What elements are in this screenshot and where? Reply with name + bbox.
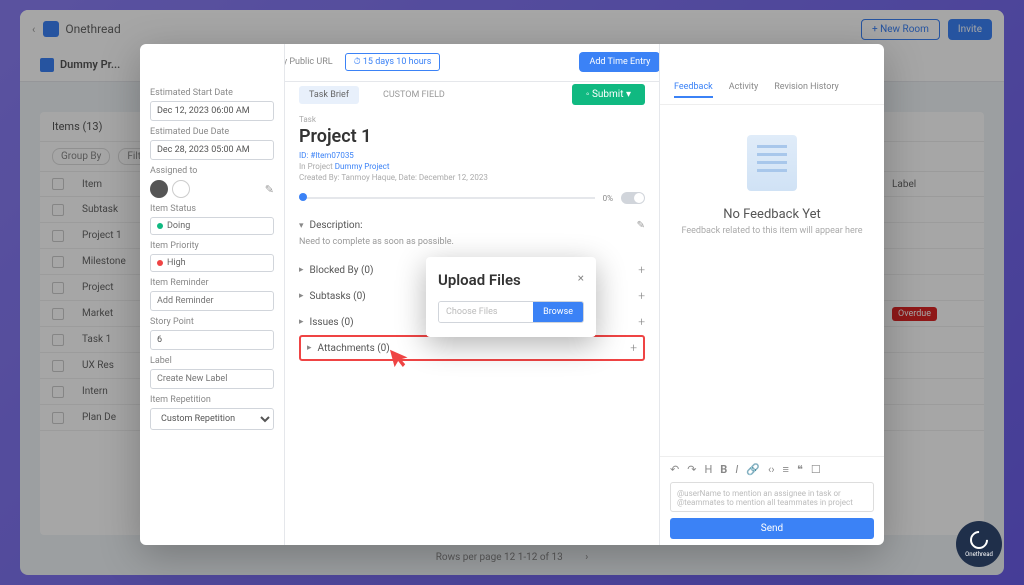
- onethread-logo-icon: [966, 527, 991, 552]
- task-title: Project 1: [299, 126, 645, 147]
- status-label: Item Status: [150, 204, 274, 214]
- task-id: ID: #Item07035: [299, 151, 645, 160]
- add-issue-icon[interactable]: +: [638, 315, 645, 329]
- empty-subtitle: Feedback related to this item will appea…: [681, 226, 862, 236]
- panel-left-sidebar: Estimated Start Date Estimated Due Date …: [140, 44, 285, 545]
- story-input[interactable]: [150, 330, 274, 350]
- tab-task-brief[interactable]: Task Brief: [299, 86, 359, 104]
- undo-icon[interactable]: ↶: [670, 463, 679, 476]
- status-select[interactable]: Doing: [150, 217, 274, 235]
- center-tabs: Task Brief CUSTOM FIELD ◦ Submit ▾: [299, 84, 645, 105]
- label-input[interactable]: [150, 369, 274, 389]
- description-section[interactable]: ▾ Description: ✎: [299, 214, 645, 237]
- avatar: [150, 180, 168, 198]
- description-label: Description:: [310, 220, 363, 231]
- comment-input[interactable]: @userName to mention an assignee in task…: [670, 482, 874, 512]
- tab-feedback[interactable]: Feedback: [674, 82, 713, 98]
- clock-icon: ⏱: [354, 57, 361, 67]
- priority-label: Item Priority: [150, 241, 274, 251]
- tab-custom-field[interactable]: CUSTOM FIELD: [373, 86, 455, 104]
- upload-files-modal: Upload Files × Choose Files Browse: [426, 257, 596, 337]
- chevron-right-icon: ▸: [307, 343, 312, 353]
- reminder-input[interactable]: [150, 291, 274, 311]
- repetition-select[interactable]: Custom Repetition: [150, 408, 274, 430]
- attachments-section[interactable]: ▸ Attachments (0) +: [299, 335, 645, 361]
- submit-button[interactable]: ◦ Submit ▾: [572, 84, 645, 105]
- file-input[interactable]: Choose Files: [439, 302, 533, 322]
- onethread-badge[interactable]: Onethread: [956, 521, 1002, 567]
- file-picker-row: Choose Files Browse: [438, 301, 584, 323]
- avatar-placeholder: [172, 180, 190, 198]
- description-text: Need to complete as soon as possible.: [299, 237, 645, 247]
- task-created: Created By: Tanmoy Haque, Date: December…: [299, 173, 645, 182]
- chevron-right-icon: ▸: [299, 265, 304, 275]
- add-blocked-icon[interactable]: +: [638, 263, 645, 277]
- list-icon[interactable]: ≡: [783, 463, 789, 476]
- copy-url-label[interactable]: Copy Public URL: [285, 57, 333, 67]
- label-label: Label: [150, 356, 274, 366]
- chevron-right-icon: ▸: [299, 291, 304, 301]
- document-icon: [747, 135, 797, 191]
- panel-top-toolbar: ⛶ Fullscreen Mode ⧉ Copy Public URL ⏱ 15…: [285, 44, 659, 82]
- feedback-empty-state: No Feedback Yet Feedback related to this…: [660, 105, 884, 456]
- progress-toggle[interactable]: [621, 192, 645, 204]
- chevron-down-icon: ▾: [299, 221, 304, 231]
- tab-revision[interactable]: Revision History: [774, 82, 839, 98]
- chevron-right-icon: ▸: [299, 317, 304, 327]
- redo-icon[interactable]: ↷: [687, 463, 696, 476]
- assignee-avatars[interactable]: ✎: [150, 180, 274, 198]
- task-project: In Project Dummy Project: [299, 162, 645, 171]
- due-date-input[interactable]: [150, 140, 274, 160]
- reminder-label: Item Reminder: [150, 278, 274, 288]
- browse-button[interactable]: Browse: [533, 302, 583, 322]
- empty-title: No Feedback Yet: [723, 207, 821, 222]
- add-subtask-icon[interactable]: +: [638, 289, 645, 303]
- add-attachment-icon[interactable]: +: [630, 341, 637, 355]
- due-date-label: Estimated Due Date: [150, 127, 274, 137]
- progress-slider[interactable]: [299, 197, 595, 199]
- upload-title: Upload Files: [438, 271, 584, 289]
- quote-icon[interactable]: ❝: [797, 463, 803, 476]
- attach-icon[interactable]: ☐: [811, 463, 821, 476]
- progress-value: 0%: [603, 194, 613, 203]
- edit-description-icon[interactable]: ✎: [637, 220, 645, 231]
- progress-row: 0%: [299, 192, 645, 204]
- repetition-label: Item Repetition: [150, 395, 274, 405]
- start-date-input[interactable]: [150, 101, 274, 121]
- add-time-button[interactable]: Add Time Entry: [579, 52, 659, 72]
- time-pill[interactable]: ⏱ 15 days 10 hours: [345, 53, 441, 71]
- close-modal-icon[interactable]: ×: [578, 271, 584, 285]
- link-icon[interactable]: 🔗: [746, 463, 760, 476]
- edit-assignee-icon[interactable]: ✎: [265, 183, 274, 196]
- right-tabs: Feedback Activity Revision History: [660, 76, 884, 105]
- editor-toolbar: ↶ ↷ H B I 🔗 ‹› ≡ ❝ ☐: [660, 456, 884, 482]
- assigned-label: Assigned to: [150, 166, 274, 176]
- code-icon[interactable]: ‹›: [768, 463, 775, 476]
- onethread-badge-label: Onethread: [965, 551, 993, 558]
- priority-select[interactable]: High: [150, 254, 274, 272]
- task-breadcrumb: Task: [299, 115, 645, 124]
- bold-icon[interactable]: B: [720, 463, 727, 476]
- tab-activity[interactable]: Activity: [729, 82, 758, 98]
- story-label: Story Point: [150, 317, 274, 327]
- start-date-label: Estimated Start Date: [150, 88, 274, 98]
- panel-right-sidebar: Feedback Activity Revision History No Fe…: [659, 44, 884, 545]
- send-button[interactable]: Send: [670, 518, 874, 539]
- italic-icon[interactable]: I: [735, 463, 738, 476]
- heading-icon[interactable]: H: [704, 463, 712, 476]
